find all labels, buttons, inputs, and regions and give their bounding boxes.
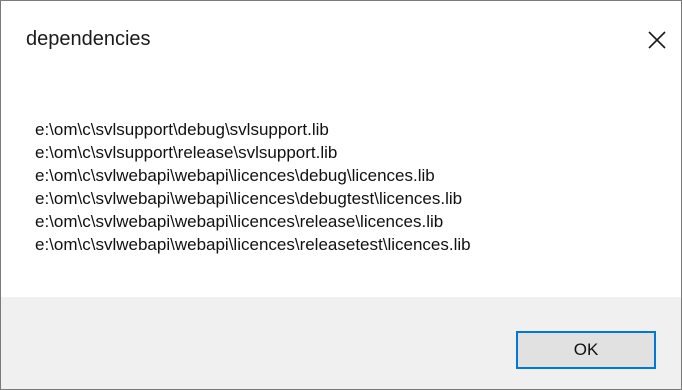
dependency-line: e:\om\c\svlwebapi\webapi\licences\debug\… bbox=[35, 166, 435, 185]
dialog-title: dependencies bbox=[26, 28, 151, 50]
dependency-line: e:\om\c\svlwebapi\webapi\licences\debugt… bbox=[35, 189, 463, 208]
dependency-line: e:\om\c\svlwebapi\webapi\licences\releas… bbox=[35, 235, 471, 254]
ok-button[interactable]: OK bbox=[516, 331, 656, 369]
dependency-line: e:\om\c\svlwebapi\webapi\licences\releas… bbox=[35, 212, 444, 231]
button-bar: OK bbox=[1, 297, 681, 389]
dependency-line: e:\om\c\svlsupport\debug\svlsupport.lib bbox=[35, 120, 329, 139]
dependency-line: e:\om\c\svlsupport\release\svlsupport.li… bbox=[35, 143, 338, 162]
title-bar: dependencies bbox=[1, 1, 681, 79]
message-dialog: dependencies e:\om\c\svlsupport\debug\sv… bbox=[0, 0, 682, 390]
close-icon bbox=[648, 31, 666, 49]
message-body: e:\om\c\svlsupport\debug\svlsupport.lib … bbox=[35, 118, 671, 256]
close-button[interactable] bbox=[633, 19, 681, 61]
